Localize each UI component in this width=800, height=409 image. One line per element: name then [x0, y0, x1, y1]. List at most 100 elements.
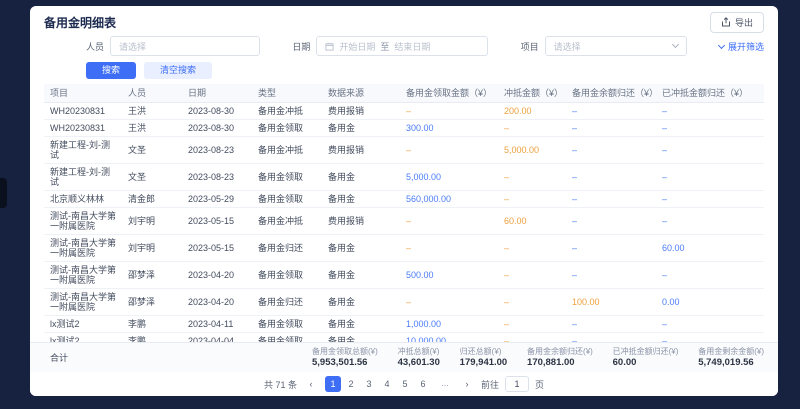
column-offset-returned: 已冲抵金额归还（¥） [656, 84, 764, 103]
amount-cell: – [498, 333, 566, 343]
amount-cell: – [566, 316, 656, 333]
summary-item-label: 冲抵总额(¥) [398, 347, 440, 356]
date-cell: 2023-04-04 [182, 333, 252, 343]
amount-cell: – [566, 164, 656, 191]
project-cell: 测试-南昌大学第一附属医院 [44, 289, 122, 316]
date-filter-group: 日期 开始日期 至 结束日期 [292, 36, 488, 56]
date-end-placeholder: 结束日期 [394, 40, 430, 53]
project-cell: lx测试2 [44, 316, 122, 333]
table-row: 测试-南昌大学第一附属医院刘宇明2023-05-15备用金冲抵费用报销–60.0… [44, 208, 764, 235]
page-button-6[interactable]: 6 [415, 376, 431, 392]
person-select[interactable]: 请选择 [110, 36, 260, 56]
amount-cell: – [400, 208, 498, 235]
filter-actions: 搜索 清空搜索 [30, 58, 778, 84]
data-table: 项目 人员 日期 类型 数据来源 备用金领取金额（¥） 冲抵金额（¥） 备用金余… [44, 84, 764, 342]
table-row: 测试-南昌大学第一附属医院刘宇明2023-05-15备用金归还备用金–––60.… [44, 235, 764, 262]
type-cell: 备用金归还 [252, 289, 322, 316]
next-page-button[interactable]: › [459, 376, 475, 392]
summary-item-label: 备用金领取总额(¥) [312, 347, 378, 356]
amount-cell: 5,000.00 [498, 137, 566, 164]
expand-filters-link[interactable]: 展开筛选 [719, 40, 764, 53]
type-cell: 备用金领取 [252, 316, 322, 333]
project-select[interactable]: 请选择 [545, 36, 687, 56]
pagination-pages: 123456 [325, 376, 431, 392]
person-cell: 刘宇明 [122, 208, 182, 235]
amount-cell: – [566, 103, 656, 120]
table-row: lx测试2李鹏2023-04-04备用金领取备用金10,000.00––– [44, 333, 764, 343]
export-button[interactable]: 导出 [710, 12, 764, 33]
amount-cell: – [656, 191, 764, 208]
person-filter-group: 人员 请选择 [86, 36, 260, 56]
filter-bar: 人员 请选择 日期 开始日期 至 结束日期 [30, 32, 778, 58]
column-type: 类型 [252, 84, 322, 103]
table-body: WH20230831王洪2023-08-30备用金冲抵费用报销–200.00––… [44, 103, 764, 343]
goto-label: 前往 [481, 378, 499, 391]
amount-cell: – [656, 316, 764, 333]
column-offset-amount: 冲抵金额（¥） [498, 84, 566, 103]
pagination-ellipsis: ... [437, 376, 453, 392]
summary-item-value: 179,941.00 [460, 357, 508, 368]
page-button-5[interactable]: 5 [397, 376, 413, 392]
amount-cell: – [566, 120, 656, 137]
amount-cell: – [566, 262, 656, 289]
amount-cell: 1,000.00 [400, 316, 498, 333]
page-button-2[interactable]: 2 [343, 376, 359, 392]
date-cell: 2023-08-23 [182, 164, 252, 191]
amount-cell: 5,000.00 [400, 164, 498, 191]
person-cell: 清金郎 [122, 191, 182, 208]
amount-cell: – [656, 103, 764, 120]
page-button-3[interactable]: 3 [361, 376, 377, 392]
amount-cell: – [498, 164, 566, 191]
table-row: 北京顺义林林清金郎2023-05-29备用金领取备用金560,000.00––– [44, 191, 764, 208]
summary-item-label: 备用金剩余金额(¥) [698, 347, 764, 356]
date-range-input[interactable]: 开始日期 至 结束日期 [316, 36, 488, 56]
export-label: 导出 [735, 16, 753, 29]
amount-cell: – [498, 120, 566, 137]
date-cell: 2023-08-30 [182, 103, 252, 120]
date-cell: 2023-05-29 [182, 191, 252, 208]
prev-page-button[interactable]: ‹ [303, 376, 319, 392]
summary-item-offset-returned: 已冲抵金额归还(¥) 60.00 [613, 347, 679, 368]
column-source: 数据来源 [322, 84, 400, 103]
table-row: 测试-南昌大学第一附属医院邵梦泽2023-04-20备用金归还备用金––100.… [44, 289, 764, 316]
export-icon [721, 17, 731, 27]
project-cell: 新建工程-刘-测试 [44, 137, 122, 164]
page-button-1[interactable]: 1 [325, 376, 341, 392]
amount-cell: – [656, 164, 764, 191]
column-date: 日期 [182, 84, 252, 103]
source-cell: 费用报销 [322, 103, 400, 120]
table-row: WH20230831王洪2023-08-30备用金领取备用金300.00––– [44, 120, 764, 137]
project-filter-group: 项目 请选择 [521, 36, 687, 56]
type-cell: 备用金领取 [252, 120, 322, 137]
table-row: 新建工程-刘-测试文圣2023-08-23备用金冲抵费用报销–5,000.00–… [44, 137, 764, 164]
summary-item-value: 5,749,019.56 [698, 357, 764, 368]
table-row: 新建工程-刘-测试文圣2023-08-23备用金领取备用金5,000.00––– [44, 164, 764, 191]
amount-cell: – [498, 289, 566, 316]
type-cell: 备用金领取 [252, 191, 322, 208]
goto-page-input[interactable] [505, 376, 529, 392]
search-button[interactable]: 搜索 [86, 62, 136, 79]
page-button-4[interactable]: 4 [379, 376, 395, 392]
amount-cell: 60.00 [498, 208, 566, 235]
source-cell: 备用金 [322, 262, 400, 289]
summary-item-balance-returned: 备用金余额归还(¥) 170,881.00 [527, 347, 593, 368]
date-start-placeholder: 开始日期 [339, 40, 375, 53]
summary-item-returned-total: 归还总额(¥) 179,941.00 [460, 347, 508, 368]
person-cell: 邵梦泽 [122, 289, 182, 316]
summary-item-value: 5,953,501.56 [312, 357, 378, 368]
clear-search-button[interactable]: 清空搜索 [144, 62, 212, 79]
chevron-down-icon [672, 41, 679, 48]
type-cell: 备用金冲抵 [252, 137, 322, 164]
amount-cell: 100.00 [566, 289, 656, 316]
project-cell: 测试-南昌大学第一附属医院 [44, 262, 122, 289]
date-cell: 2023-08-23 [182, 137, 252, 164]
amount-cell: – [656, 137, 764, 164]
amount-cell: – [566, 235, 656, 262]
amount-cell: – [656, 208, 764, 235]
source-cell: 费用报销 [322, 137, 400, 164]
amount-cell: – [566, 191, 656, 208]
amount-cell: – [498, 235, 566, 262]
project-cell: WH20230831 [44, 120, 122, 137]
person-cell: 李鹏 [122, 316, 182, 333]
sidebar-collapse-handle[interactable] [0, 178, 7, 208]
